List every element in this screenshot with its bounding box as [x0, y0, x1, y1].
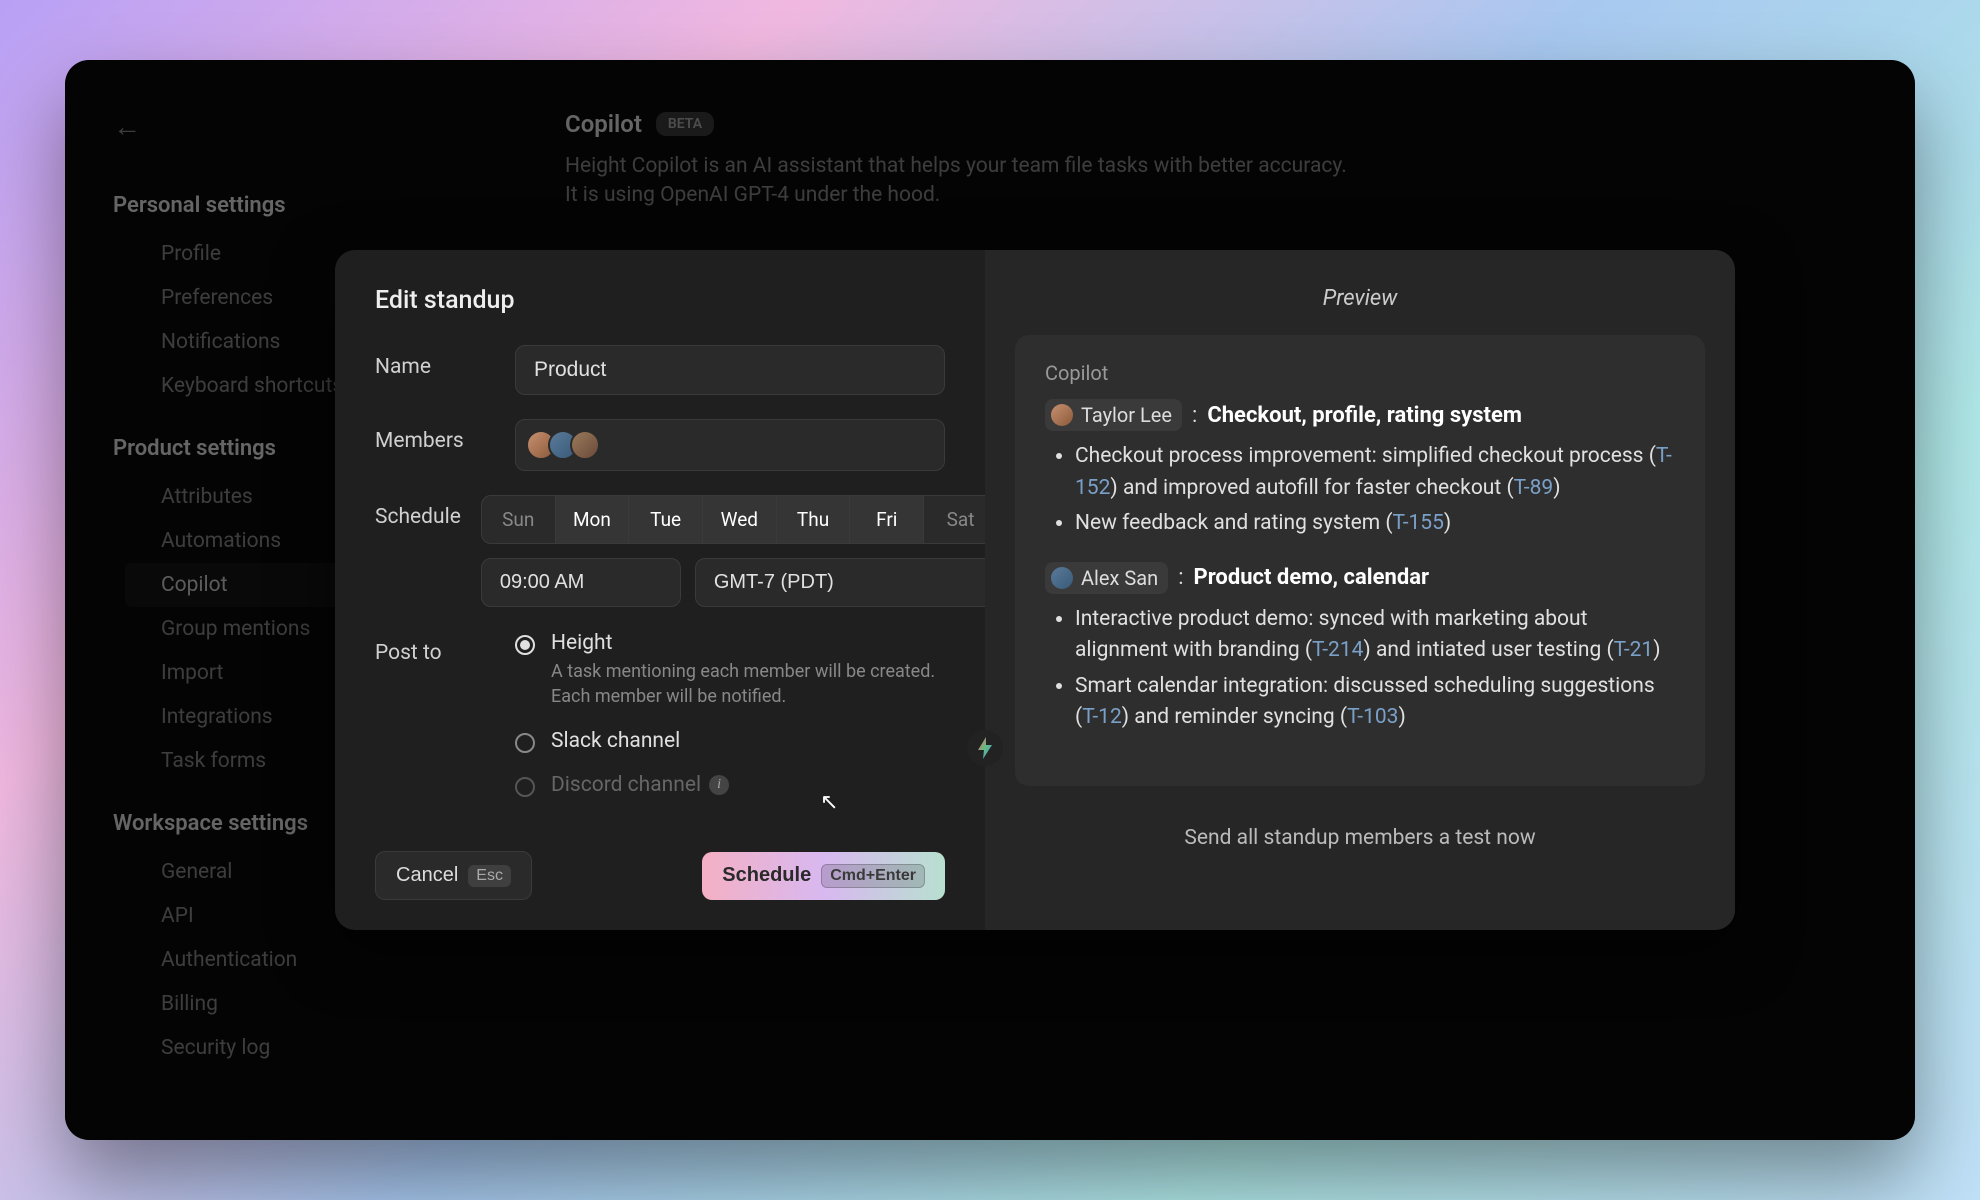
task-ref[interactable]: T-103	[1347, 705, 1398, 729]
name-input[interactable]	[515, 345, 945, 395]
edit-standup-modal: Edit standup Name Members	[335, 250, 1735, 930]
timezone-input[interactable]	[695, 558, 998, 607]
app-window: ← Personal settingsProfilePreferencesNot…	[65, 60, 1915, 1140]
post-to-height[interactable]: Height A task mentioning each member wil…	[515, 631, 945, 709]
day-wed[interactable]: Wed	[703, 496, 777, 543]
entry-summary: Product demo, calendar	[1194, 565, 1430, 590]
name-label: Name	[375, 345, 495, 379]
entry-summary: Checkout, profile, rating system	[1207, 403, 1522, 428]
radio-icon	[515, 635, 535, 655]
avatar	[1051, 567, 1073, 589]
day-sun[interactable]: Sun	[482, 496, 556, 543]
preview-heading: Copilot	[1045, 361, 1675, 399]
day-thu[interactable]: Thu	[777, 496, 851, 543]
modal-title: Edit standup	[375, 286, 945, 345]
standup-entry: Taylor Lee : Checkout, profile, rating s…	[1045, 399, 1675, 544]
task-ref[interactable]: T-89	[1514, 476, 1554, 500]
task-ref[interactable]: T-214	[1312, 638, 1363, 662]
task-ref[interactable]: T-152	[1075, 444, 1672, 500]
post-to-slack[interactable]: Slack channel	[515, 729, 945, 753]
post-to-label: Post to	[375, 631, 495, 665]
members-label: Members	[375, 419, 495, 453]
members-input[interactable]	[515, 419, 945, 471]
schedule-button[interactable]: Schedule Cmd+Enter	[702, 852, 945, 900]
entry-item: Interactive product demo: synced with ma…	[1075, 604, 1675, 671]
entry-item: Checkout process improvement: simplified…	[1075, 441, 1675, 508]
user-chip[interactable]: Taylor Lee	[1045, 399, 1182, 431]
day-picker: SunMonTueWedThuFriSat	[481, 495, 998, 544]
schedule-label: Schedule	[375, 495, 461, 529]
task-ref[interactable]: T-12	[1082, 705, 1122, 729]
avatar	[1051, 404, 1073, 426]
radio-icon	[515, 777, 535, 797]
entry-item: Smart calendar integration: discussed sc…	[1075, 671, 1675, 738]
info-icon[interactable]: i	[709, 775, 729, 795]
day-tue[interactable]: Tue	[629, 496, 703, 543]
day-fri[interactable]: Fri	[850, 496, 924, 543]
day-mon[interactable]: Mon	[556, 496, 630, 543]
avatar	[570, 430, 600, 460]
send-test-link[interactable]: Send all standup members a test now	[1015, 786, 1705, 850]
kbd-hint: Esc	[468, 865, 511, 887]
task-ref[interactable]: T-21	[1614, 638, 1654, 662]
preview-box: Copilot Taylor Lee : Checkout, profile, …	[1015, 335, 1705, 786]
user-chip[interactable]: Alex San	[1045, 562, 1168, 594]
radio-icon	[515, 733, 535, 753]
cancel-button[interactable]: Cancel Esc	[375, 851, 532, 900]
standup-entry: Alex San : Product demo, calendarInterac…	[1045, 562, 1675, 738]
entry-item: New feedback and rating system (T-155)	[1075, 508, 1675, 544]
kbd-hint: Cmd+Enter	[821, 864, 925, 888]
task-ref[interactable]: T-155	[1393, 511, 1444, 535]
preview-title: Preview	[1015, 286, 1705, 335]
post-to-discord: Discord channel i	[515, 773, 945, 797]
time-input[interactable]	[481, 558, 681, 607]
bolt-icon	[967, 730, 1003, 766]
member-avatars	[526, 430, 600, 460]
